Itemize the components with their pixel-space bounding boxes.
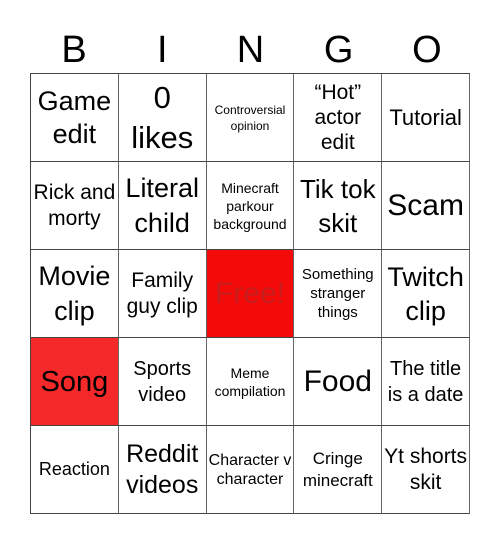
cell-label: Yt shorts skit — [384, 444, 468, 494]
cell-label: Food — [303, 364, 372, 398]
cell-label: Free! — [214, 276, 285, 310]
bingo-header: B I N G O — [30, 28, 471, 73]
cell-label: Sports video — [133, 357, 192, 406]
header-letter-n: N — [236, 29, 265, 71]
bingo-cell[interactable]: Reddit videos — [118, 426, 207, 514]
marked-cell[interactable]: Song — [31, 338, 119, 426]
cell-label: Meme compilation — [214, 364, 286, 399]
bingo-cell[interactable]: Cringe minecraft — [294, 426, 383, 514]
header-letter-i: I — [157, 29, 168, 71]
cell-label: 0 likes — [131, 79, 194, 155]
cell-label: Tutorial — [389, 104, 462, 130]
bingo-cell[interactable]: Literal child — [118, 162, 207, 250]
free-space-cell[interactable]: Free! — [206, 250, 295, 338]
header-letter-b: B — [61, 29, 87, 71]
cell-label: Game edit — [37, 85, 112, 149]
bingo-cell[interactable]: Meme compilation — [206, 338, 295, 426]
cell-label: Character v character — [208, 451, 292, 488]
cell-label: Scam — [387, 188, 464, 222]
bingo-cell[interactable]: “Hot” actor edit — [294, 74, 383, 162]
cell-label: Controversial opinion — [214, 102, 286, 133]
bingo-cell[interactable]: Minecraft parkour background — [206, 162, 295, 250]
bingo-cell[interactable]: Controversial opinion — [206, 74, 295, 162]
bingo-board: Game edit 0 likes Controversial opinion … — [30, 73, 470, 514]
bingo-cell[interactable]: Rick and morty — [31, 162, 119, 250]
cell-label: Cringe minecraft — [302, 448, 373, 490]
bingo-cell[interactable]: Movie clip — [31, 250, 119, 338]
cell-label: Reaction — [38, 459, 110, 479]
cell-label: Literal child — [125, 172, 199, 238]
bingo-cell[interactable]: Tutorial — [382, 74, 470, 162]
cell-label: Tik tok skit — [299, 173, 376, 238]
cell-label: Family guy clip — [126, 268, 198, 318]
bingo-cell[interactable]: Game edit — [31, 74, 119, 162]
bingo-cell[interactable]: Sports video — [118, 338, 207, 426]
header-letter-o: O — [412, 29, 442, 71]
bingo-cell[interactable]: 0 likes — [118, 74, 207, 162]
bingo-cell[interactable]: Food — [294, 338, 383, 426]
cell-label: The title is a date — [387, 357, 464, 406]
cell-label: “Hot” actor edit — [314, 81, 362, 154]
bingo-cell[interactable]: Character v character — [206, 426, 295, 514]
header-letter-g: G — [323, 29, 354, 71]
bingo-cell[interactable]: Tik tok skit — [294, 162, 383, 250]
cell-label: Rick and morty — [33, 180, 116, 230]
cell-label: Twitch clip — [387, 261, 464, 326]
cell-label: Minecraft parkour background — [213, 179, 287, 232]
cell-label: Song — [40, 365, 109, 398]
bingo-cell[interactable]: Something stranger things — [294, 250, 383, 338]
cell-label: Reddit videos — [126, 439, 199, 499]
cell-label: Something stranger things — [301, 266, 374, 321]
bingo-cell[interactable]: Reaction — [31, 426, 119, 514]
bingo-cell[interactable]: Scam — [382, 162, 470, 250]
bingo-cell[interactable]: Twitch clip — [382, 250, 470, 338]
bingo-cell[interactable]: The title is a date — [382, 338, 470, 426]
bingo-cell[interactable]: Yt shorts skit — [382, 426, 470, 514]
cell-label: Movie clip — [38, 260, 111, 326]
bingo-cell[interactable]: Family guy clip — [118, 250, 207, 338]
